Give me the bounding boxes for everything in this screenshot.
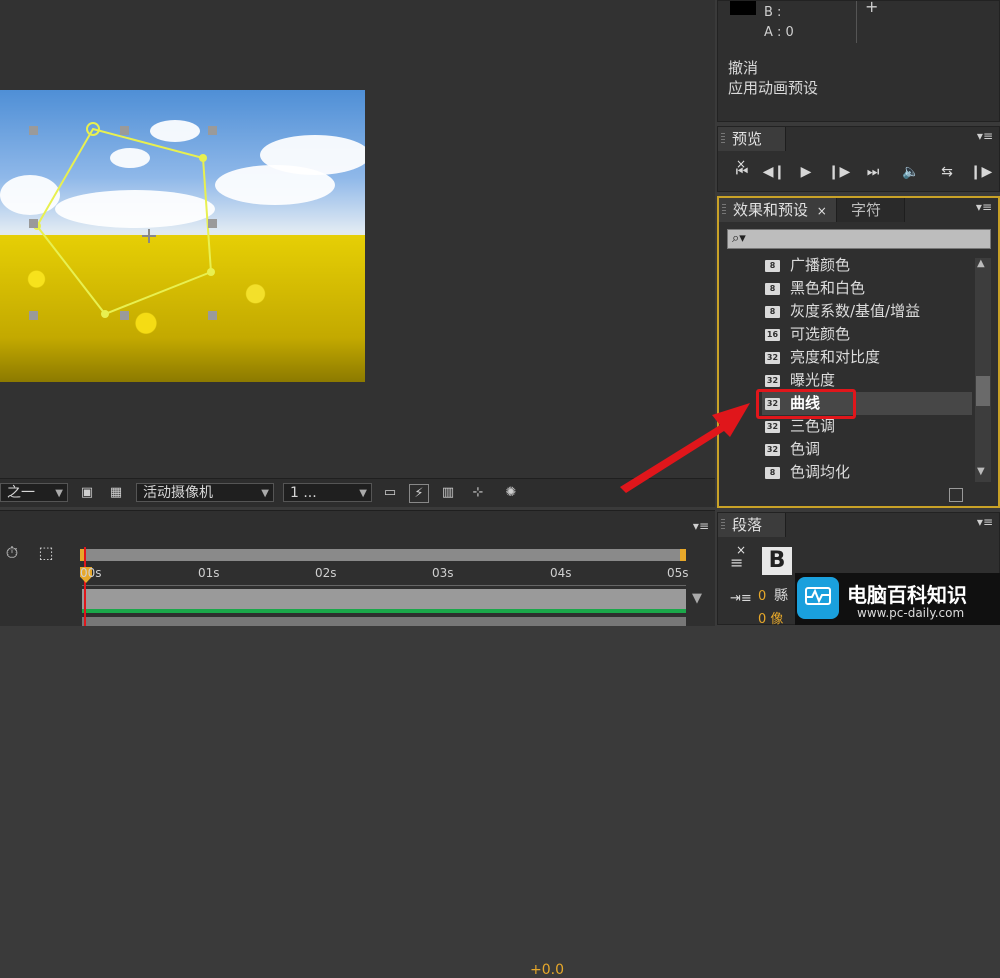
info-divider [856,1,857,43]
camera-value: 活动摄像机 [143,485,213,501]
info-panel: B : A : 0 + 撤消 应用动画预设 [717,0,1000,122]
info-plus: + [865,0,879,16]
bit-depth-icon: 8 [765,306,780,318]
paragraph-fragment: 縣 [774,588,788,604]
layer-bar[interactable] [82,589,686,609]
bit-depth-icon: 8 [765,260,780,272]
tab-paragraph[interactable]: 段落 × [718,513,786,557]
panel-menu-icon[interactable]: ▾≡ [977,515,993,529]
watermark-title: 电脑百科知识 [847,583,967,607]
indent-value[interactable]: 0 [758,589,766,604]
view-layout-value: 1 ... [290,485,317,501]
tick-label: 05s [667,566,689,580]
scroll-up-icon[interactable]: ▲ [977,258,985,269]
list-item[interactable]: 8 广播颜色 [762,254,972,277]
color-swatch [730,1,756,15]
list-item[interactable]: 32 色调 [762,438,972,461]
red-arrow-icon [620,403,750,493]
playhead[interactable] [84,547,86,626]
undo-label: 撤消 [728,59,759,77]
chevron-down-icon: ▼ [55,488,63,499]
timeline-toggle-icon[interactable]: ▥ [439,484,457,501]
list-item[interactable]: 8 黑色和白色 [762,277,972,300]
list-item[interactable]: 8 色调均化 [762,461,972,484]
tab-preview[interactable]: 预览 × [718,127,786,171]
play-icon[interactable]: ▶ [793,163,819,181]
tab-effects-presets-label: 效果和预设 [733,201,809,219]
list-item[interactable]: 16 可选颜色 [762,323,972,346]
toggle-pixel-aspect-icon[interactable]: ▭ [381,484,399,501]
chevron-down-icon: ▼ [261,488,269,499]
bit-depth-icon: 32 [765,352,780,364]
watermark-logo-icon [797,577,839,619]
align-left-icon[interactable]: ≡ [730,553,743,572]
tick-label: 00s [80,566,102,580]
tab-effects-presets[interactable]: 效果和预设 × [719,198,837,222]
graph-editor-icon[interactable]: ⬚ [32,541,60,565]
layer-progress-line [82,609,686,613]
audio-icon[interactable]: 🔈 [898,163,924,181]
prev-frame-icon[interactable]: ◀❙ [761,163,787,181]
next-frame-icon[interactable]: ❙▶ [826,163,852,181]
exposure-value[interactable]: +0.0 [530,962,564,978]
list-item[interactable]: 32 亮度和对比度 [762,346,972,369]
transparency-grid-icon[interactable]: ▦ [107,484,125,501]
effects-search-input[interactable]: ⌕▾ [727,229,991,249]
tick-label: 04s [550,566,572,580]
info-b-value: B : [764,5,782,20]
tab-paragraph-label: 段落 [732,516,763,534]
bit-depth-icon: 8 [765,283,780,295]
flowchart-icon[interactable]: ⊹ [469,484,487,501]
list-item[interactable]: 8 灰度系数/基值/增益 [762,300,972,323]
panel-menu-icon[interactable]: ▾≡ [976,200,992,214]
panel-menu-icon[interactable]: ▾≡ [977,129,993,143]
time-ruler[interactable] [82,565,686,586]
region-of-interest-icon[interactable]: ▣ [78,484,96,501]
work-area-end[interactable] [680,549,686,561]
space-before-value[interactable]: 0 像 [758,608,783,627]
bit-depth-icon: 32 [765,375,780,387]
watermark-url: www.pc-daily.com [857,606,965,620]
info-a-value: A : 0 [764,25,794,40]
tab-preview-label: 预览 [732,130,763,148]
indent-icon[interactable]: ⇥≡ [730,591,752,606]
stopwatch-icon[interactable]: ⏱ [0,541,24,565]
tick-label: 03s [432,566,454,580]
bit-depth-icon: 32 [765,421,780,433]
history-item[interactable]: 应用动画预设 [728,77,818,98]
work-area-bar[interactable] [82,549,686,561]
new-folder-icon[interactable] [949,488,963,502]
tab-character[interactable]: 字符 [837,198,905,222]
chevron-down-icon: ▼ [359,488,367,499]
preview-panel: 预览 × ▾≡ [717,126,1000,192]
ram-preview-icon[interactable]: ❙▶ [968,163,994,181]
view-layout-select[interactable]: 1 ... ▼ [283,483,372,502]
scrollbar-thumb[interactable] [976,376,990,406]
tab-character-label: 字符 [851,201,882,219]
camera-select[interactable]: 活动摄像机 ▼ [136,483,274,502]
exposure-reset-icon[interactable]: ✺ [502,484,520,501]
zoom-slider-icon[interactable]: ▼ [692,591,702,606]
tick-label: 01s [198,566,220,580]
fast-previews-icon[interactable]: ⚡ [409,484,429,503]
bit-depth-icon: 8 [765,467,780,479]
scroll-down-icon[interactable]: ▼ [977,466,985,477]
close-icon[interactable]: × [817,204,827,218]
bit-depth-icon: 16 [765,329,780,341]
magnification-select[interactable]: 之一 ▼ [0,483,68,502]
search-icon[interactable]: ⌕▾ [732,230,746,248]
bit-depth-icon: 32 [765,444,780,456]
bold-icon[interactable]: B [762,547,792,575]
first-frame-icon[interactable]: ⏮ [729,163,755,181]
loop-icon[interactable]: ⇆ [934,163,960,181]
last-frame-icon[interactable]: ⏭ [860,163,886,181]
highlight-box [756,389,856,419]
tick-label: 02s [315,566,337,580]
watermark: 电脑百科知识 www.pc-daily.com [795,573,1000,625]
panel-menu-icon[interactable]: ▾≡ [693,519,709,533]
magnification-value: 之一 [7,485,35,501]
effects-scrollbar[interactable]: ▲ ▼ [975,258,991,482]
timeline-panel: ▾≡ ⏱ ⬚ ▼ [0,510,715,626]
